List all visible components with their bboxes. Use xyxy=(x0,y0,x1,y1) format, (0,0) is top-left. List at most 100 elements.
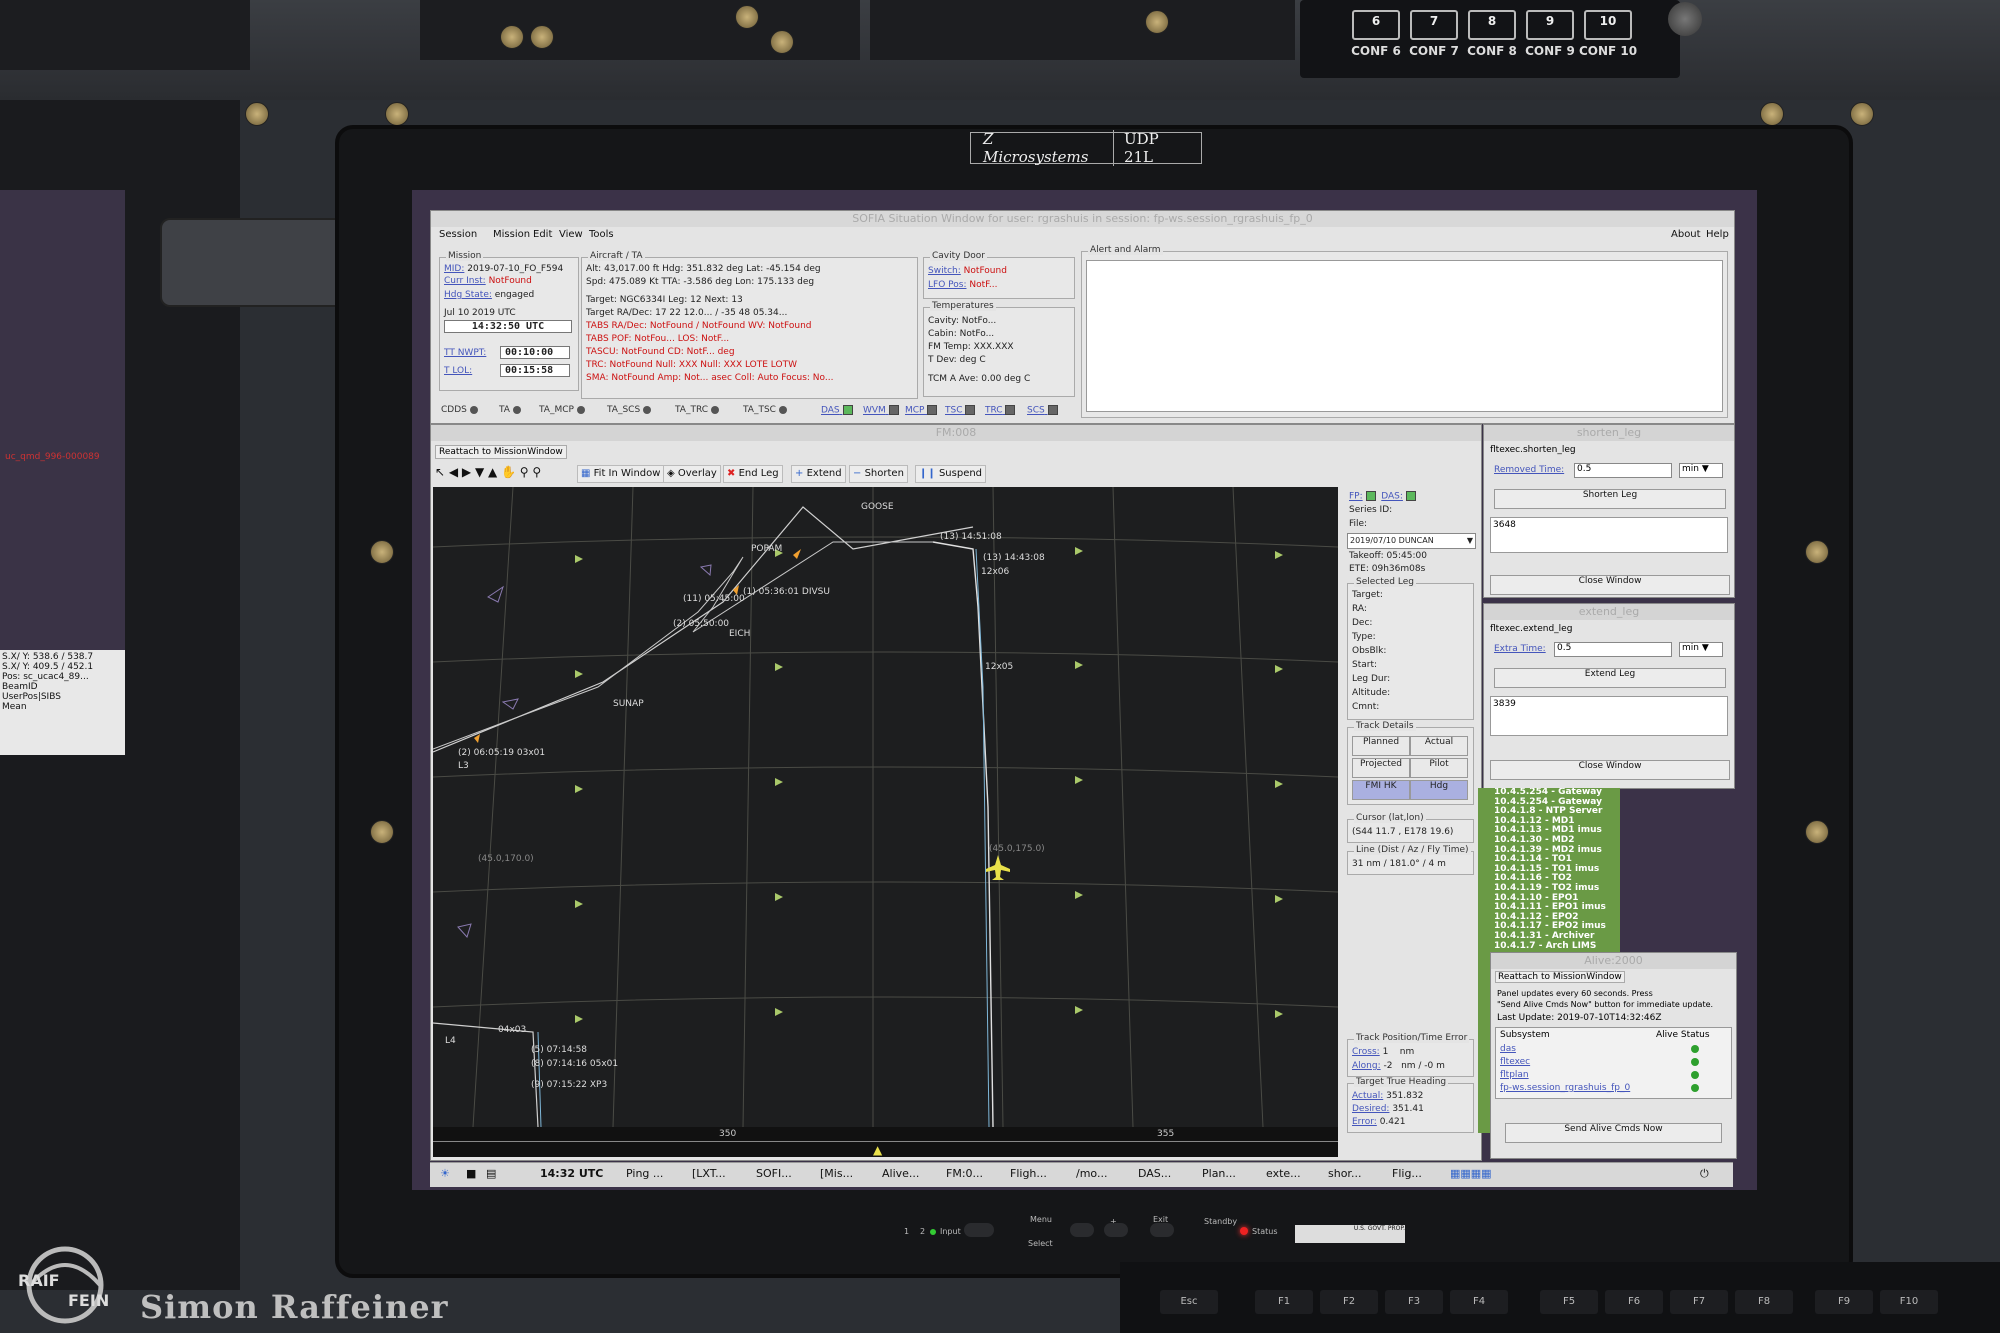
temp-row: FM Temp: XXX.XXX xyxy=(928,342,1014,352)
exit-button[interactable] xyxy=(1150,1223,1174,1237)
conf-6-button[interactable]: 6 xyxy=(1352,10,1400,40)
aircraft-row: TRC: NotFound Null: XXX Null: XXX LOTE L… xyxy=(586,360,797,370)
taskbar-item[interactable]: [Mis... xyxy=(820,1167,853,1180)
left-screen-line[interactable]: Mean xyxy=(2,702,123,712)
subsystem-fltexec[interactable]: fltexec xyxy=(1500,1057,1530,1067)
track-details-group: Track Details Planned Actual Projected P… xyxy=(1347,721,1474,805)
file-select[interactable]: 2019/07/10 DUNCAN ▼ xyxy=(1347,533,1476,549)
key-f5[interactable]: F5 xyxy=(1540,1290,1598,1314)
subsystem-fltplan[interactable]: fltplan xyxy=(1500,1070,1529,1080)
alive-info-line: "Send Alive Cmds Now" button for immedia… xyxy=(1497,1000,1714,1009)
map-nav-icons[interactable]: ↖ ◀ ▶ ▼ ▲ ✋ ⚲ ⚲ xyxy=(435,465,541,479)
menu-session[interactable]: Session xyxy=(439,229,477,240)
key-f10[interactable]: F10 xyxy=(1880,1290,1938,1314)
taskbar-item[interactable]: Flig... xyxy=(1392,1167,1422,1180)
subsystem-fp-ws[interactable]: fp-ws.session_rgrashuis_fp_0 xyxy=(1500,1083,1630,1093)
key-f3[interactable]: F3 xyxy=(1385,1290,1443,1314)
col-alive-status: Alive Status xyxy=(1656,1030,1710,1040)
ctrl-status-label: Status xyxy=(1252,1227,1278,1236)
window-title: SOFIA Situation Window for user: rgrashu… xyxy=(431,211,1734,227)
taskbar-item[interactable]: Fligh... xyxy=(1010,1167,1047,1180)
alert-list[interactable] xyxy=(1086,260,1723,412)
extend-leg-window: extend_leg fltexec.extend_leg Extra Time… xyxy=(1483,603,1735,789)
taskbar-item[interactable]: /mo... xyxy=(1076,1167,1107,1180)
extend-leg-output[interactable]: 3839 xyxy=(1490,696,1728,736)
taskbar-item[interactable]: DAS... xyxy=(1138,1167,1171,1180)
quicklaunch-icon[interactable]: ▤ xyxy=(486,1167,496,1180)
conf-9-button[interactable]: 9 xyxy=(1526,10,1574,40)
alive-reattach-button[interactable]: Reattach to MissionWindow xyxy=(1495,971,1625,983)
menu-button[interactable] xyxy=(1070,1223,1094,1237)
extend-close-button[interactable]: Close Window xyxy=(1490,760,1730,780)
fit-in-window-button[interactable]: ▦ Fit In Window xyxy=(577,465,665,483)
input-button[interactable] xyxy=(964,1223,994,1237)
send-alive-cmds-button[interactable]: Send Alive Cmds Now xyxy=(1505,1123,1722,1143)
leg-field: Leg Dur: xyxy=(1352,674,1391,684)
suspend-button[interactable]: ❙❙ Suspend xyxy=(915,465,987,483)
extra-time-input[interactable]: 0.5 xyxy=(1554,642,1672,657)
taskbar-item[interactable]: Alive... xyxy=(882,1167,919,1180)
menu-help[interactable]: Help xyxy=(1706,229,1729,240)
conf-7-button[interactable]: 7 xyxy=(1410,10,1458,40)
leg-field: Start: xyxy=(1352,660,1378,670)
removed-time-input[interactable]: 0.5 xyxy=(1574,463,1672,478)
key-f4[interactable]: F4 xyxy=(1450,1290,1508,1314)
overlay-button[interactable]: ◈ Overlay xyxy=(663,465,721,483)
taskbar-item[interactable]: [LXT... xyxy=(692,1167,726,1180)
reattach-button[interactable]: Reattach to MissionWindow xyxy=(435,445,567,459)
key-f6[interactable]: F6 xyxy=(1605,1290,1663,1314)
alive-status-dot xyxy=(1691,1058,1699,1066)
tt-nwpt-value: 00:10:00 xyxy=(500,346,570,359)
actual-toggle[interactable]: Actual xyxy=(1410,736,1468,756)
map-label: (13) 14:43:08 xyxy=(983,553,1045,563)
conf-8-button[interactable]: 8 xyxy=(1468,10,1516,40)
key-f7[interactable]: F7 xyxy=(1670,1290,1728,1314)
shorten-leg-button[interactable]: Shorten Leg xyxy=(1494,489,1726,509)
key-f8[interactable]: F8 xyxy=(1735,1290,1793,1314)
lfo-label: LFO Pos: xyxy=(928,280,967,290)
fmi-hk-toggle[interactable]: FMI HK xyxy=(1352,780,1410,800)
t-lol-value: 00:15:58 xyxy=(500,364,570,377)
taskbar-item[interactable]: shor... xyxy=(1328,1167,1361,1180)
status-ta-scs: TA_SCS xyxy=(607,405,652,415)
hdg-toggle[interactable]: Hdg xyxy=(1410,780,1468,800)
extend-leg-button[interactable]: Extend Leg xyxy=(1494,668,1726,688)
removed-time-unit-select[interactable]: min ▼ xyxy=(1679,463,1723,478)
power-icon[interactable]: ⏻ xyxy=(1700,1167,1709,1181)
shorten-leg-output[interactable]: 3648 xyxy=(1490,517,1728,553)
conf-10-button[interactable]: 10 xyxy=(1584,10,1632,40)
shorten-close-button[interactable]: Close Window xyxy=(1490,575,1730,595)
projected-toggle[interactable]: Projected xyxy=(1352,758,1410,778)
quicklaunch-icon[interactable]: ■ xyxy=(466,1167,476,1180)
flight-map[interactable]: GOOSE POPAM (13) 14:51:08 (13) 14:43:08 … xyxy=(432,486,1339,1128)
menu-about[interactable]: About xyxy=(1671,229,1701,240)
model-name: UDP 21L xyxy=(1123,130,1159,166)
menu-view[interactable]: View xyxy=(559,229,583,240)
key-esc[interactable]: Esc xyxy=(1160,1290,1218,1314)
workspace-icon[interactable]: ▦▦▦▦ xyxy=(1450,1167,1492,1180)
alive-status-dot xyxy=(1691,1071,1699,1079)
key-f1[interactable]: F1 xyxy=(1255,1290,1313,1314)
extend-button[interactable]: + Extend xyxy=(791,465,846,483)
pilot-toggle[interactable]: Pilot xyxy=(1410,758,1468,778)
menu-mission[interactable]: Mission xyxy=(493,229,530,240)
taskbar-item[interactable]: exte... xyxy=(1266,1167,1301,1180)
extra-time-unit-select[interactable]: min ▼ xyxy=(1679,642,1723,657)
aircraft-row: Target RA/Dec: 17 22 12.0... / -35 48 05… xyxy=(586,308,788,318)
planned-toggle[interactable]: Planned xyxy=(1352,736,1410,756)
taskbar-item[interactable]: Ping ... xyxy=(626,1167,663,1180)
end-leg-button[interactable]: ✖ End Leg xyxy=(723,465,783,483)
key-f2[interactable]: F2 xyxy=(1320,1290,1378,1314)
key-f9[interactable]: F9 xyxy=(1815,1290,1873,1314)
taskbar-item[interactable]: SOFI... xyxy=(756,1167,792,1180)
shorten-button[interactable]: − Shorten xyxy=(849,465,908,483)
menu-edit[interactable]: Edit xyxy=(533,229,552,240)
subsystem-status-bar: CDDS TA TA_MCP TA_SCS TA_TRC TA_TSC DAS … xyxy=(431,401,1071,419)
taskbar-item[interactable]: Plan... xyxy=(1202,1167,1236,1180)
subsystem-das[interactable]: das xyxy=(1500,1044,1516,1054)
start-menu-icon[interactable]: ☀ xyxy=(440,1167,450,1180)
console-knob[interactable] xyxy=(1668,2,1702,36)
menu-tools[interactable]: Tools xyxy=(589,229,614,240)
plus-button[interactable] xyxy=(1104,1223,1128,1237)
taskbar-item[interactable]: FM:0... xyxy=(946,1167,983,1180)
